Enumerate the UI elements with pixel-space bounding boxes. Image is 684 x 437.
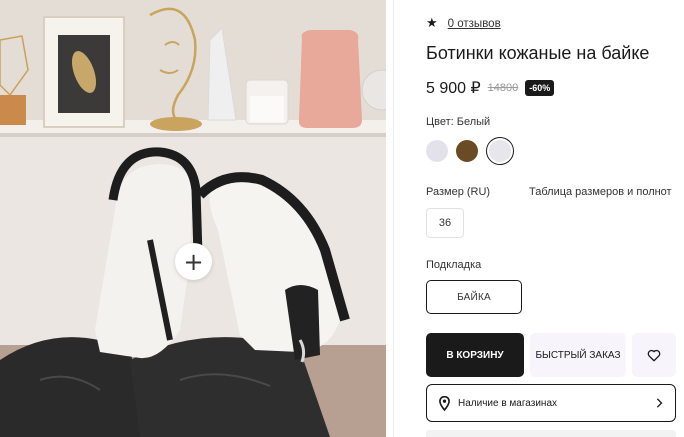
rating-row: ★ 0 отзывов (426, 16, 501, 31)
next-section-edge (426, 430, 676, 437)
chevron-right-icon (656, 398, 663, 408)
size-option-36[interactable]: 36 (426, 208, 464, 238)
color-swatch-light-gray[interactable] (426, 140, 448, 162)
size-table-link[interactable]: Таблица размеров и полнот (529, 186, 672, 198)
product-photo[interactable]: + (0, 0, 386, 437)
color-swatch-white-selected[interactable] (486, 137, 514, 165)
heart-icon (647, 349, 661, 361)
lining-label: Подкладка (426, 259, 482, 271)
zoom-button[interactable]: + (175, 243, 212, 280)
location-pin-icon (439, 395, 450, 411)
store-availability-label: Наличие в магазинах (458, 397, 557, 409)
quick-order-button[interactable]: БЫСТРЫЙ ЗАКАЗ (530, 333, 626, 377)
size-label: Размер (RU) (426, 186, 491, 198)
product-title: Ботинки кожаные на байке (426, 43, 650, 63)
color-label: Цвет: Белый (426, 116, 491, 128)
product-info-panel: ★ 0 отзывов Ботинки кожаные на байке 5 9… (426, 0, 684, 437)
plus-icon: + (183, 247, 204, 276)
reviews-link[interactable]: 0 отзывов (448, 18, 501, 30)
color-swatch-white-inner (489, 140, 511, 162)
price-row: 5 900 ₽ 14800 -60% (426, 78, 555, 98)
color-swatch-brown[interactable] (456, 140, 478, 162)
product-photo-illustration (0, 0, 386, 437)
star-icon: ★ (426, 16, 438, 31)
product-page: + ★ 0 отзывов Ботинки кожаные на байке 5… (0, 0, 684, 437)
add-to-cart-button[interactable]: В КОРЗИНУ (426, 333, 524, 377)
current-price: 5 900 ₽ (426, 80, 481, 97)
lining-option-selected[interactable]: БАЙКА (426, 280, 522, 314)
panel-divider (393, 0, 394, 437)
favorite-button[interactable] (632, 333, 676, 377)
store-availability-button[interactable]: Наличие в магазинах (426, 384, 676, 422)
color-swatches (426, 137, 514, 165)
discount-badge: -60% (525, 80, 555, 96)
old-price: 14800 (487, 82, 519, 94)
